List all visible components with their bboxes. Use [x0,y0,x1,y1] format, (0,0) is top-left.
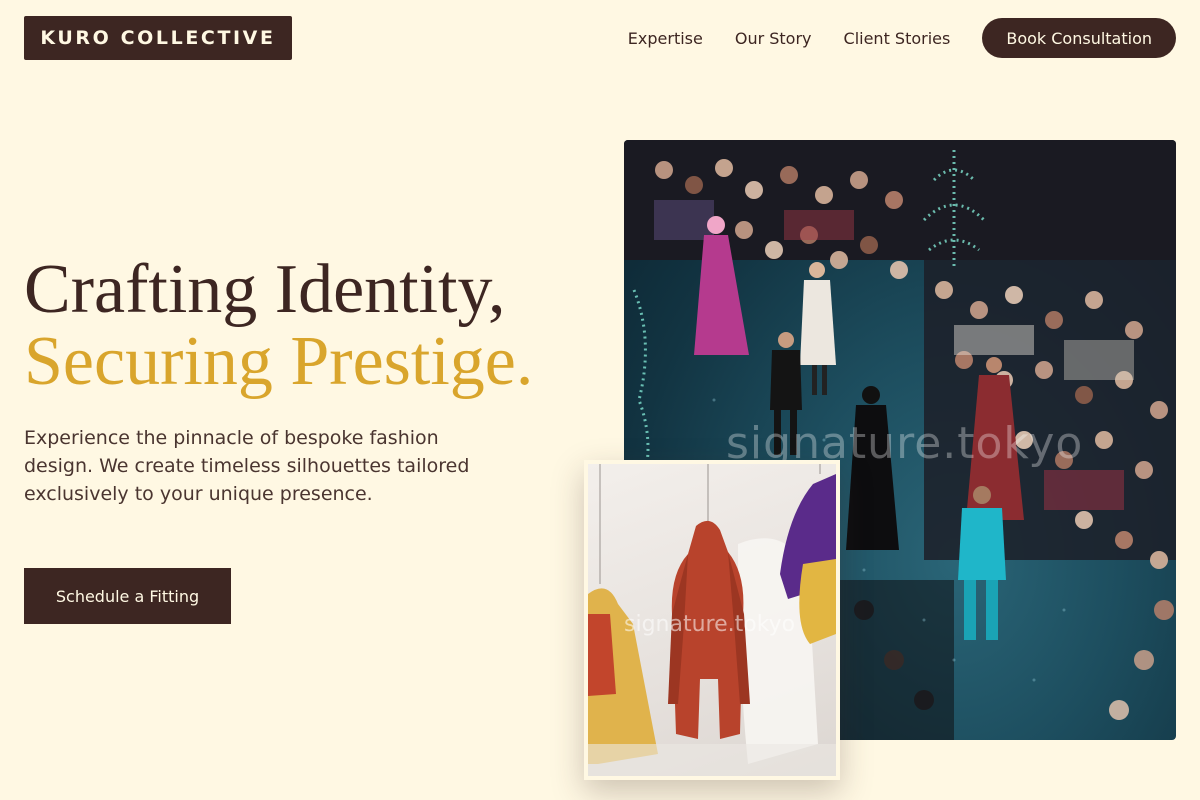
garment-photo-watermark: signature.tokyo [624,612,796,637]
book-consultation-button[interactable]: Book Consultation [982,18,1176,58]
garment-photo-frame: signature.tokyo [584,460,840,780]
nav-link-expertise[interactable]: Expertise [628,29,703,48]
garment-photo: signature.tokyo [588,464,836,776]
hero-title-line1: Crafting Identity, [24,251,506,328]
hero-title: Crafting Identity, Securing Prestige. [24,254,533,398]
schedule-fitting-button[interactable]: Schedule a Fitting [24,568,231,624]
main-nav: Expertise Our Story Client Stories Book … [628,18,1176,58]
hero-description: Experience the pinnacle of bespoke fashi… [24,427,470,505]
nav-link-client-stories[interactable]: Client Stories [844,29,951,48]
brand-logo[interactable]: KURO COLLECTIVE [24,16,292,60]
nav-link-our-story[interactable]: Our Story [735,29,812,48]
hero-title-accent: Securing Prestige. [24,323,534,400]
